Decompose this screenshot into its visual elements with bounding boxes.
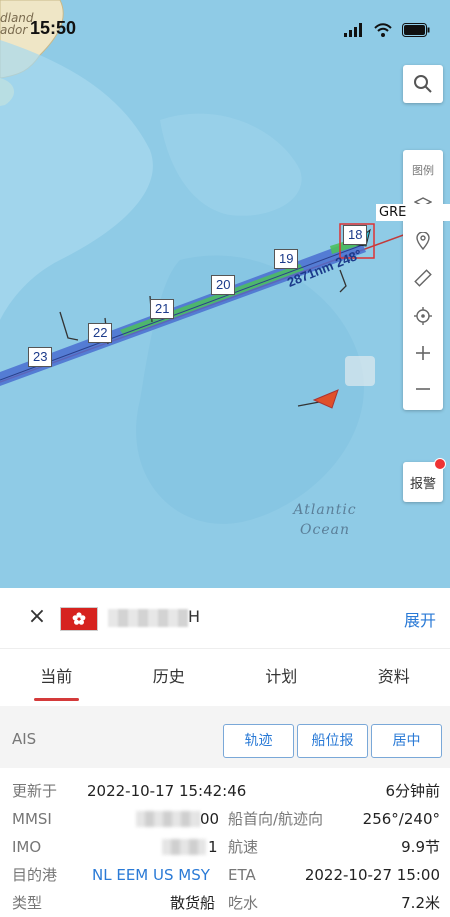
tab-history[interactable]: 历史 (113, 655, 226, 703)
day-marker[interactable]: 20 (211, 275, 236, 295)
plus-icon (416, 346, 430, 360)
heading-label: 船首向/航迹向 (228, 810, 324, 828)
speed-label: 航速 (228, 838, 259, 856)
minus-icon (416, 388, 430, 390)
mmsi-label: MMSI (12, 810, 52, 828)
type-label: 类型 (12, 894, 43, 912)
close-button[interactable]: × (26, 606, 48, 628)
tab-current[interactable]: 当前 (0, 655, 113, 703)
imo-redacted (162, 839, 206, 855)
legend-button[interactable]: 图例 (403, 162, 443, 178)
measure-ruler-button[interactable] (403, 263, 443, 293)
ais-bar: AIS 轨迹 船位报 居中 (0, 706, 450, 768)
tab-profile[interactable]: 资料 (338, 655, 450, 703)
detail-row-imo: IMO 1 航速 9.9节 (0, 833, 450, 861)
ruler-icon (414, 269, 432, 287)
destination-value[interactable]: NL EEM US MSY (92, 861, 210, 889)
updated-label: 更新于 (12, 782, 58, 800)
info-tabs: 当前 历史 计划 资料 (0, 655, 450, 703)
eta-label: ETA (228, 866, 256, 884)
map-view[interactable]: dland ador 15:50 图例 报警 Atlantic Ocean GR… (0, 0, 450, 588)
location-pin-icon (416, 232, 430, 250)
hong-kong-flag-icon (60, 607, 98, 631)
detail-row-mmsi: MMSI 00 船首向/航迹向 256°/240° (0, 805, 450, 833)
alarm-button[interactable]: 报警 (403, 458, 446, 502)
locate-me-button[interactable] (403, 301, 443, 331)
status-bar: 15:50 (0, 0, 450, 56)
ship-name-redacted (108, 609, 188, 627)
detail-row-type: 类型 散货船 吃水 7.2米 (0, 889, 450, 917)
position-report-button[interactable]: 船位报 (297, 724, 368, 758)
mmsi-value: 00 (200, 810, 220, 828)
day-marker[interactable]: 21 (150, 299, 175, 319)
draft-label: 吃水 (228, 894, 259, 912)
heading-value: 256°/240° (362, 810, 440, 828)
zoom-in-button[interactable] (403, 338, 443, 368)
mmsi-redacted (136, 811, 200, 827)
detail-row-destination: 目的港 NL EEM US MSY ETA 2022-10-27 15:00 (0, 861, 450, 889)
updated-value: 2022-10-17 15:42:46 (87, 782, 247, 800)
map-tools-panel: 图例 (403, 150, 443, 410)
search-button[interactable] (403, 65, 443, 103)
battery-icon (402, 23, 430, 37)
type-value: 散货船 (170, 894, 216, 912)
expand-button[interactable]: 展开 (404, 607, 436, 631)
ship-name-tag[interactable]: GRE (376, 204, 450, 221)
eta-value: 2022-10-27 15:00 (304, 866, 440, 884)
alarm-label: 报警 (409, 476, 436, 492)
alarm-notification-dot (434, 458, 446, 470)
ship-name: H (188, 607, 201, 626)
ais-label: AIS (12, 730, 37, 748)
tab-plan[interactable]: 计划 (225, 655, 338, 703)
day-marker[interactable]: 22 (88, 323, 113, 343)
wifi-icon (374, 23, 392, 37)
day-marker[interactable]: 18 (343, 225, 368, 245)
imo-label: IMO (12, 838, 42, 856)
draft-value: 7.2米 (401, 894, 440, 912)
speed-value: 9.9节 (401, 838, 440, 856)
location-pin-button[interactable] (403, 226, 443, 256)
day-marker[interactable]: 23 (28, 347, 53, 367)
destination-label: 目的港 (12, 866, 58, 884)
close-icon: × (27, 604, 47, 629)
detail-row-updated: 更新于 2022-10-17 15:42:46 6分钟前 (0, 777, 450, 805)
track-button[interactable]: 轨迹 (223, 724, 294, 758)
ship-details: 更新于 2022-10-17 15:42:46 6分钟前 MMSI 00 船首向… (0, 768, 450, 917)
updated-ago: 6分钟前 (385, 782, 440, 800)
imo-value: 1 (208, 838, 218, 856)
day-marker[interactable]: 19 (274, 249, 299, 269)
zoom-out-button[interactable] (403, 374, 443, 404)
ocean-label: Atlantic Ocean (293, 502, 357, 538)
cellular-signal-icon (344, 23, 362, 37)
center-button[interactable]: 居中 (371, 724, 442, 758)
status-time: 15:50 (30, 18, 77, 38)
crosshair-icon (414, 307, 432, 325)
ship-header: × H 展开 (0, 588, 450, 649)
search-icon (414, 75, 432, 93)
